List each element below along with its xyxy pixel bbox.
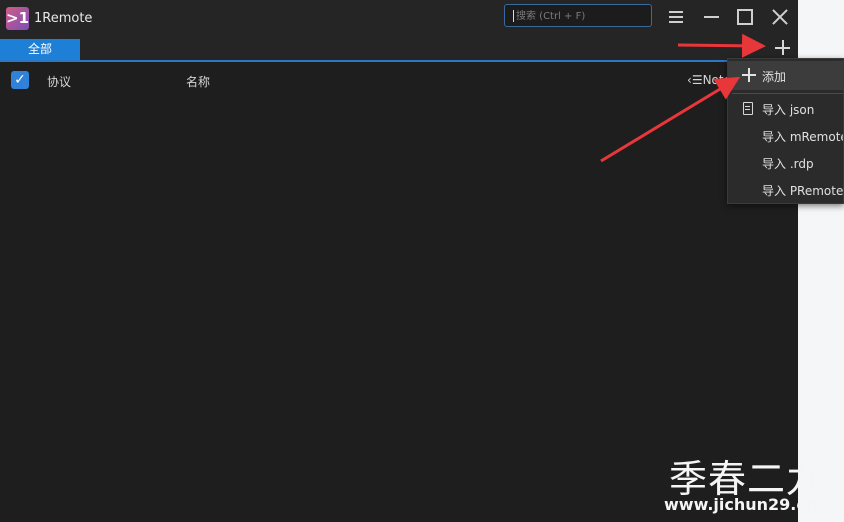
menu-item-import-premotem[interactable]: 导入 PRemoteM: [762, 182, 843, 199]
menu-button[interactable]: [662, 5, 690, 29]
minimize-button[interactable]: [697, 5, 725, 29]
menu-divider: [732, 93, 843, 94]
tab-bar: 全部: [0, 37, 798, 62]
close-button[interactable]: [766, 5, 794, 29]
table-header: ✓ 协议 名称 ‹☰Note: [0, 62, 798, 98]
menu-item-import-mremote[interactable]: 导入 mRemote: [762, 128, 843, 145]
maximize-icon: [737, 9, 753, 25]
text-cursor: [513, 10, 514, 22]
watermark-url: www.jichun29.cn: [664, 495, 818, 514]
add-dropdown-menu: 添加 导入 json 导入 mRemote 导入 .rdp 导入 PRemote…: [727, 58, 844, 204]
note-list-icon: ☰: [691, 73, 703, 87]
maximize-button[interactable]: [731, 5, 759, 29]
menu-item-import-rdp[interactable]: 导入 .rdp: [762, 155, 814, 172]
document-icon: [743, 102, 753, 115]
add-button[interactable]: [772, 37, 794, 59]
column-header-name[interactable]: 名称: [186, 73, 210, 90]
select-all-checkbox[interactable]: ✓: [11, 71, 29, 89]
tab-all[interactable]: 全部: [0, 39, 80, 60]
menu-item-add[interactable]: 添加: [728, 61, 843, 90]
app-logo: >1: [6, 7, 29, 30]
title-bar: >1 1Remote 搜索 (Ctrl + F): [0, 0, 798, 37]
menu-item-add-label: 添加: [762, 70, 787, 84]
menu-icon: [669, 11, 683, 23]
main-window: >1 1Remote 搜索 (Ctrl + F) 全部 ✓ 协议 名称 ‹☰No…: [0, 0, 798, 522]
search-placeholder: 搜索 (Ctrl + F): [516, 11, 586, 22]
minimize-icon: [703, 16, 719, 18]
app-title: 1Remote: [34, 11, 93, 26]
search-input[interactable]: 搜索 (Ctrl + F): [504, 4, 652, 27]
plus-icon: [742, 68, 756, 82]
close-icon: [772, 9, 788, 25]
column-header-note[interactable]: ‹☰Note: [687, 73, 731, 87]
column-header-protocol[interactable]: 协议: [47, 73, 71, 90]
menu-item-import-json[interactable]: 导入 json: [762, 101, 814, 118]
